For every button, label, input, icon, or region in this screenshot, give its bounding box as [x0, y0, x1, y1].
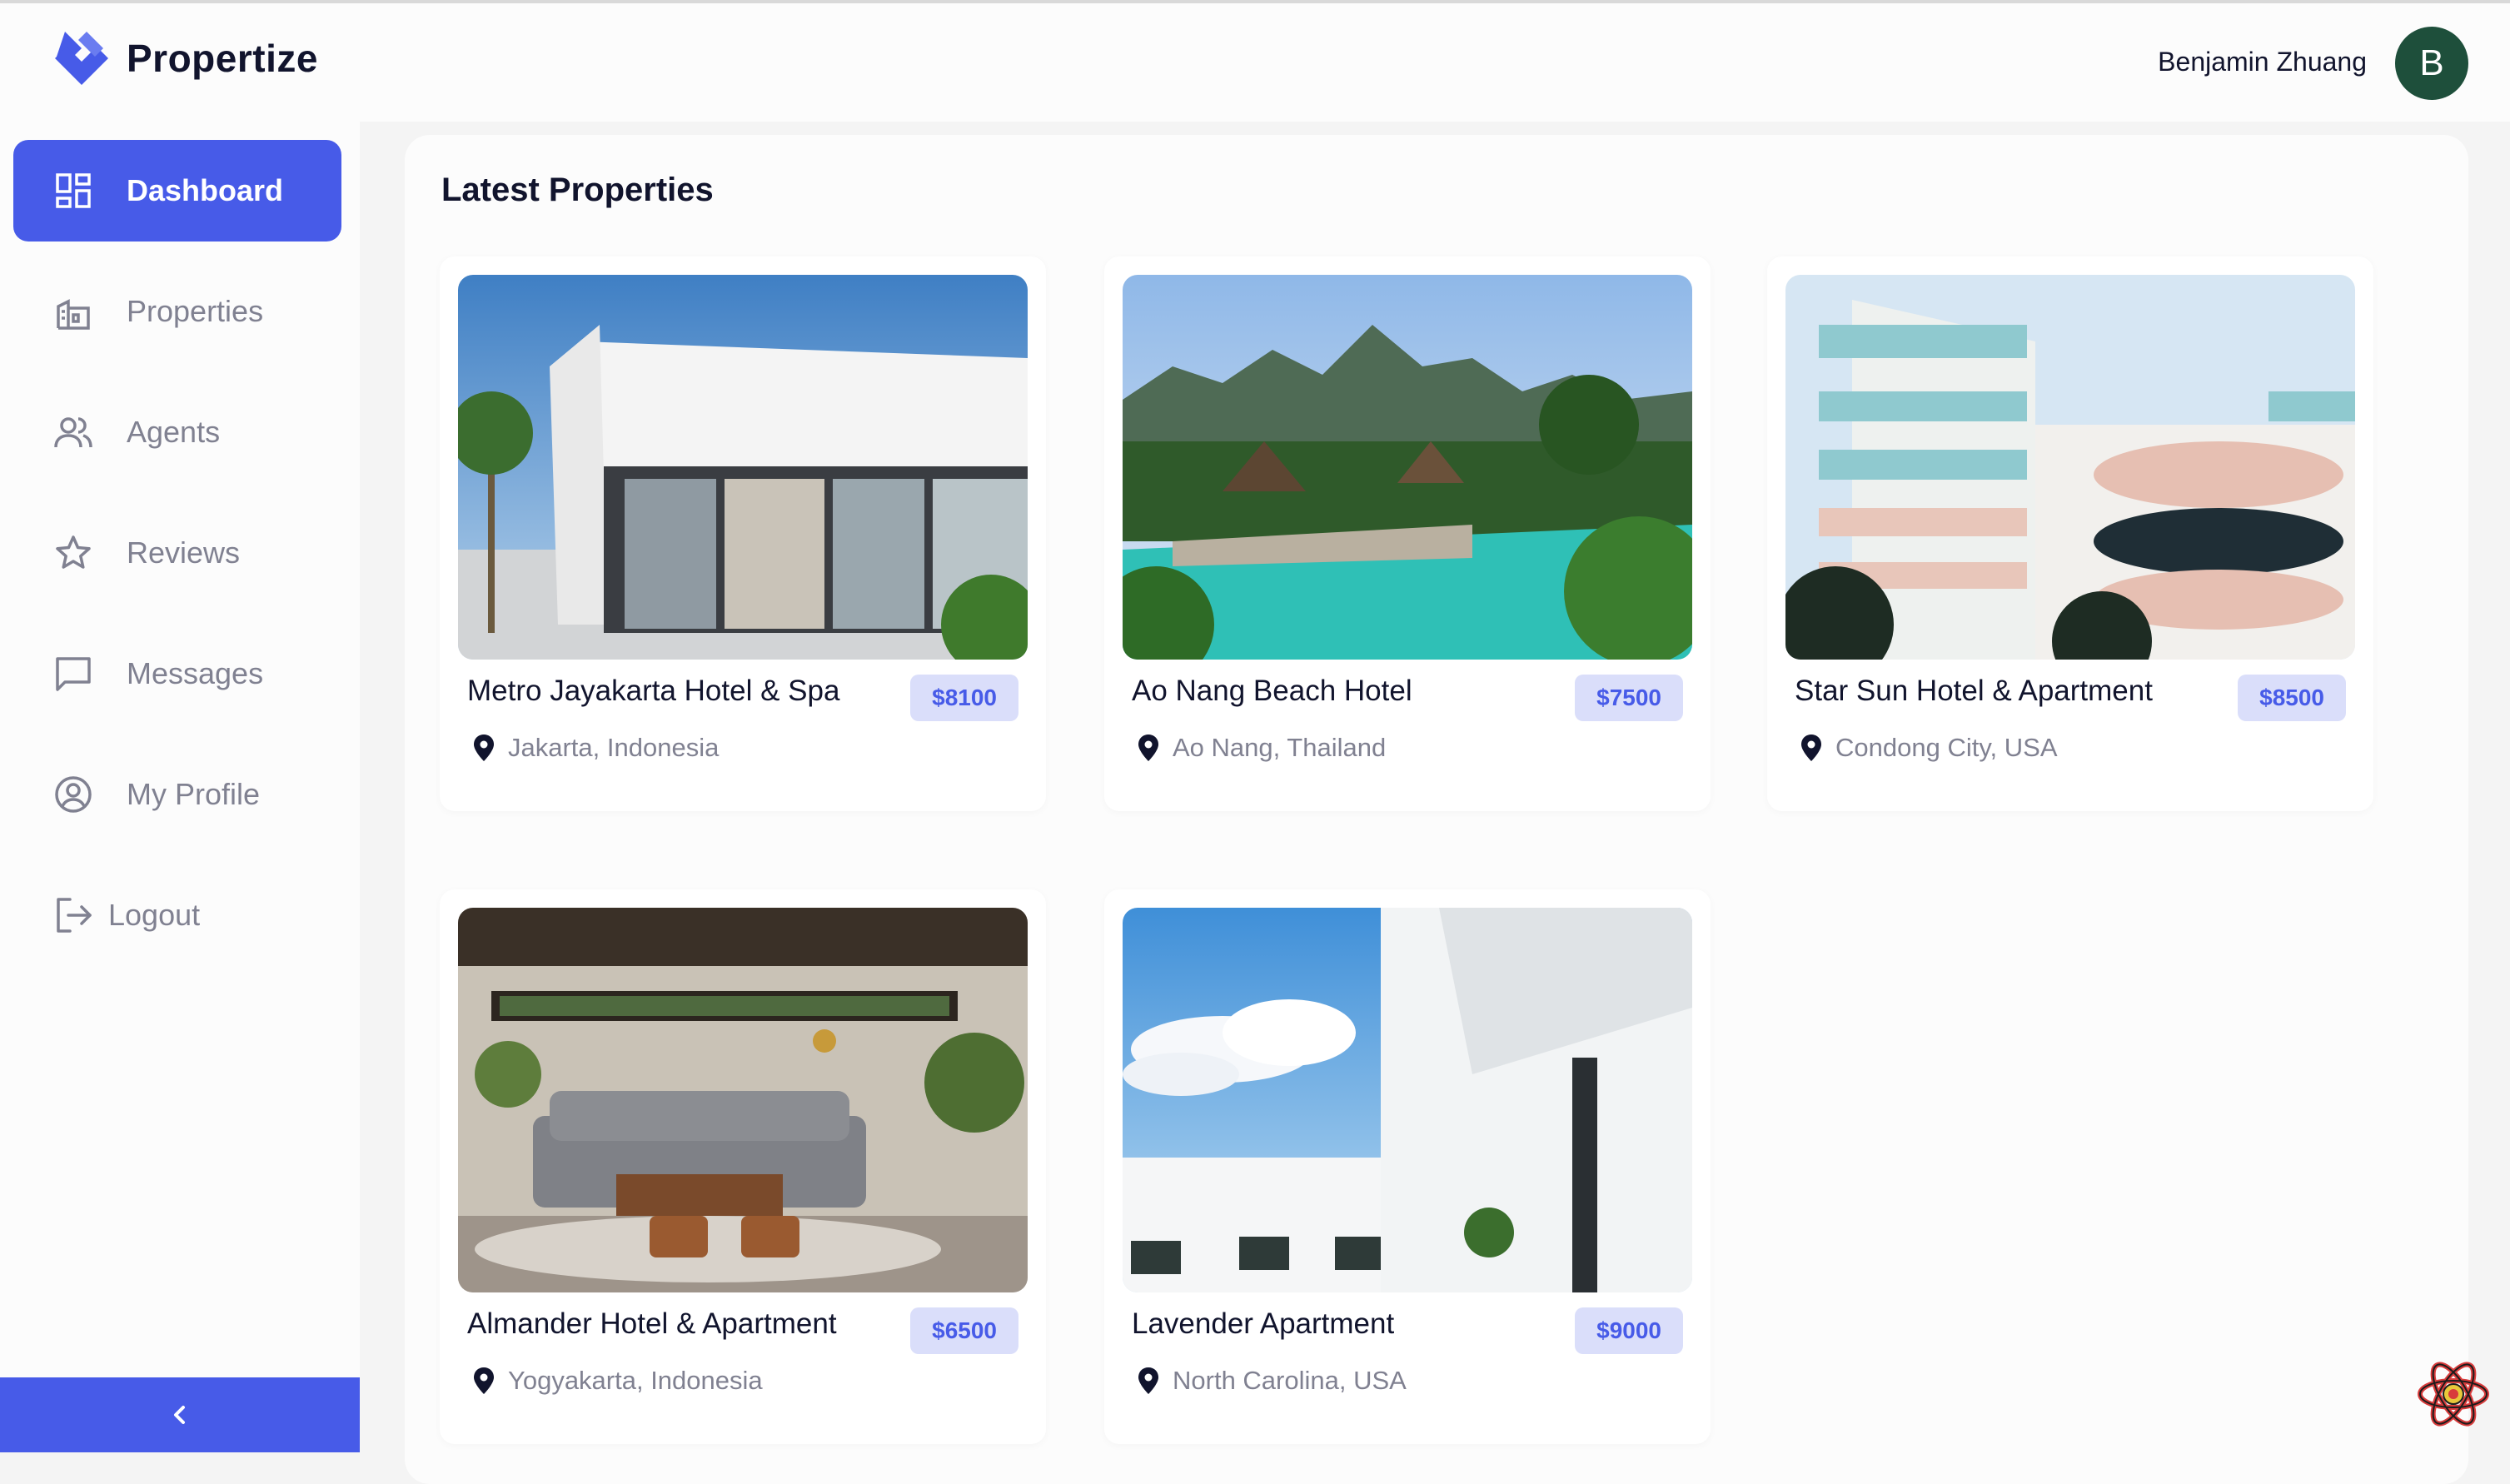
user-name: Benjamin Zhuang: [2158, 47, 2367, 77]
location-pin-icon: [1138, 735, 1158, 761]
property-location: North Carolina, USA: [1136, 1366, 1407, 1396]
location-text: Ao Nang, Thailand: [1173, 733, 1387, 762]
location-text: Jakarta, Indonesia: [508, 733, 720, 762]
location-pin-icon: [1801, 735, 1821, 761]
price-badge: $8100: [910, 675, 1018, 721]
property-card[interactable]: Almander Hotel & Apartment $6500 Yogyaka…: [440, 889, 1046, 1444]
location-pin-icon: [474, 1367, 494, 1394]
property-photo: [458, 275, 1028, 660]
propertize-logo-icon: [55, 32, 108, 85]
sidebar-item-label: Logout: [108, 898, 201, 932]
sidebar-item-reviews[interactable]: Reviews: [13, 502, 341, 604]
sidebar-item-dashboard[interactable]: Dashboard: [13, 140, 341, 242]
building-icon: [53, 291, 93, 331]
sidebar-item-label: My Profile: [127, 777, 261, 811]
property-photo: [1123, 275, 1692, 660]
price-badge: $7500: [1575, 675, 1683, 721]
sidebar-collapse-button[interactable]: [0, 1377, 360, 1452]
property-photo: [1123, 908, 1692, 1292]
property-card[interactable]: Ao Nang Beach Hotel $7500 Ao Nang, Thail…: [1104, 256, 1711, 811]
location-pin-icon: [1138, 1367, 1158, 1394]
chat-icon: [53, 654, 93, 694]
panel-title: Latest Properties: [441, 172, 714, 208]
profile-icon: [53, 774, 93, 814]
price-badge: $6500: [910, 1307, 1018, 1354]
property-name: Lavender Apartment: [1132, 1307, 1395, 1340]
property-location: Ao Nang, Thailand: [1136, 733, 1386, 763]
sidebar: Dashboard Properties Agents Reviews Mess…: [0, 122, 360, 1452]
sidebar-item-logout[interactable]: Logout: [13, 864, 341, 966]
app-name: Propertize: [127, 37, 318, 80]
property-location: Condong City, USA: [1799, 733, 2058, 763]
property-name: Almander Hotel & Apartment: [467, 1307, 837, 1340]
react-devtools-icon[interactable]: [2415, 1356, 2492, 1432]
property-photo: [458, 908, 1028, 1292]
latest-properties-panel: Latest Properties Metro Jayakarta Hotel …: [405, 135, 2468, 1484]
property-name: Ao Nang Beach Hotel: [1132, 675, 1412, 707]
property-location: Jakarta, Indonesia: [471, 733, 719, 763]
location-text: North Carolina, USA: [1173, 1366, 1407, 1395]
chevron-left-icon: [174, 1406, 185, 1424]
location-pin-icon: [474, 735, 494, 761]
property-card[interactable]: Lavender Apartment $9000 North Carolina,…: [1104, 889, 1711, 1444]
star-icon: [53, 533, 93, 573]
location-text: Condong City, USA: [1835, 733, 2058, 762]
app-logo[interactable]: Propertize: [48, 25, 318, 92]
sidebar-item-label: Dashboard: [127, 173, 284, 207]
price-badge: $9000: [1575, 1307, 1683, 1354]
avatar[interactable]: B: [2395, 27, 2468, 100]
price-badge: $8500: [2238, 675, 2346, 721]
property-card[interactable]: Metro Jayakarta Hotel & Spa $8100 Jakart…: [440, 256, 1046, 811]
people-icon: [53, 412, 93, 452]
sidebar-item-messages[interactable]: Messages: [13, 623, 341, 725]
sidebar-item-label: Messages: [127, 656, 264, 690]
sidebar-item-label: Agents: [127, 415, 221, 449]
sidebar-item-my-profile[interactable]: My Profile: [13, 744, 341, 845]
dashboard-icon: [53, 171, 93, 211]
sidebar-item-properties[interactable]: Properties: [13, 261, 341, 362]
sidebar-item-label: Reviews: [127, 535, 241, 570]
property-photo: [1785, 275, 2355, 660]
property-name: Metro Jayakarta Hotel & Spa: [467, 675, 840, 707]
sidebar-item-agents[interactable]: Agents: [13, 381, 341, 483]
sidebar-item-label: Properties: [127, 294, 264, 328]
top-header: Propertize Benjamin Zhuang B: [0, 3, 2510, 122]
logout-icon: [53, 895, 93, 935]
property-card[interactable]: Star Sun Hotel & Apartment $8500 Condong…: [1767, 256, 2373, 811]
property-name: Star Sun Hotel & Apartment: [1795, 675, 2153, 707]
property-location: Yogyakarta, Indonesia: [471, 1366, 763, 1396]
location-text: Yogyakarta, Indonesia: [508, 1366, 763, 1395]
